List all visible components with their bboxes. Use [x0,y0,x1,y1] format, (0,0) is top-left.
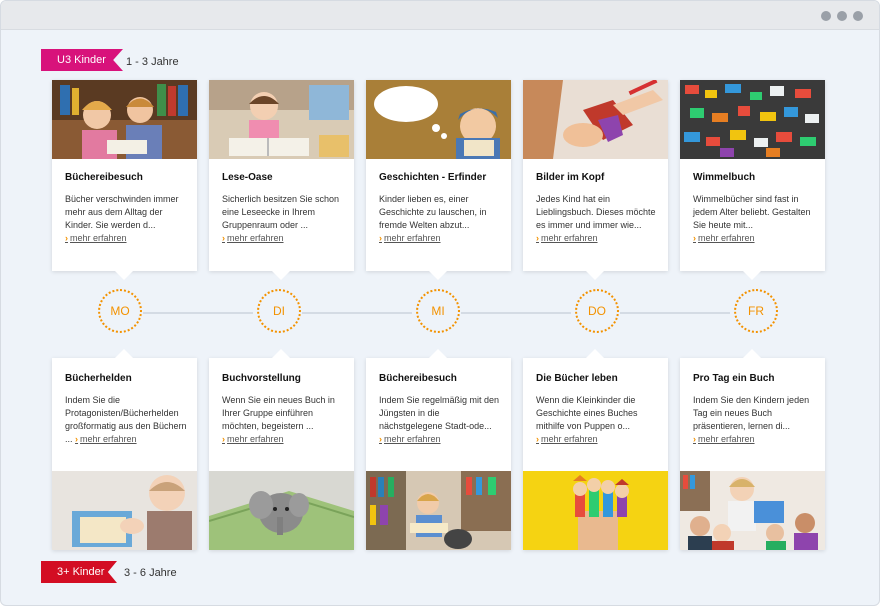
more-link[interactable]: › mehr erfahren [222,434,284,444]
group-tag-u3: U3 Kinder [41,49,123,71]
card-text: Kinder lieben es, einer Geschichte zu la… [379,194,487,243]
chevron-right-icon: › [222,233,225,243]
card-image [680,471,825,550]
chevron-right-icon: › [379,233,382,243]
chevron-right-icon: › [693,434,696,444]
chevron-right-icon: › [222,434,225,444]
more-link[interactable]: › mehr erfahren [75,434,137,444]
timeline-line [302,312,412,314]
card-title: Bücherhelden [65,373,132,384]
timeline-line [620,312,730,314]
chevron-right-icon: › [536,434,539,444]
day-wednesday[interactable]: MI [416,289,460,333]
card-pointer [115,271,133,280]
more-link[interactable]: › mehr erfahren [65,233,127,243]
card-image [366,80,511,159]
card-pointer [115,349,133,358]
card-pointer [586,349,604,358]
activity-card[interactable]: Buchvorstellung Wenn Sie ein neues Buch … [209,349,354,550]
card-pointer [743,271,761,280]
activity-card[interactable]: Bücherhelden Indem Sie die Protagonisten… [52,349,197,550]
activity-card[interactable]: Geschichten - Erfinder Kinder lieben es,… [366,80,511,280]
card-image [366,471,511,550]
card-image [523,80,668,159]
card-image [680,80,825,159]
window-dot-icon[interactable] [853,11,863,21]
more-link[interactable]: › mehr erfahren [222,233,284,243]
day-thursday[interactable]: DO [575,289,619,333]
group-age-3plus: 3 - 6 Jahre [124,567,177,579]
card-text: Sicherlich besitzen Sie schon eine Lesee… [222,194,340,243]
card-text: Indem Sie regelmäßig mit den Jüngsten in… [379,395,500,444]
more-link[interactable]: › mehr erfahren [379,434,441,444]
activity-card[interactable]: Büchereibesuch Indem Sie regelmäßig mit … [366,349,511,550]
card-image [523,471,668,550]
card-text: Indem Sie die Protagonisten/Bücherhelden… [65,395,187,444]
card-title: Buchvorstellung [222,373,301,384]
card-title: Büchereibesuch [379,373,457,384]
chevron-right-icon: › [75,434,79,444]
activity-card[interactable]: Lese-Oase Sicherlich besitzen Sie schon … [209,80,354,280]
more-link[interactable]: › mehr erfahren [536,434,598,444]
more-link[interactable]: › mehr erfahren [693,233,755,243]
chevron-right-icon: › [379,434,382,444]
day-tuesday[interactable]: DI [257,289,301,333]
window-titlebar [1,1,879,30]
card-pointer [429,271,447,280]
more-link[interactable]: › mehr erfahren [536,233,598,243]
chevron-right-icon: › [693,233,696,243]
card-text: Wenn Sie ein neues Buch in Ihrer Gruppe … [222,395,335,444]
window-dot-icon[interactable] [837,11,847,21]
group-age-u3: 1 - 3 Jahre [126,56,179,68]
card-text: Bücher verschwinden immer mehr aus dem A… [65,194,179,243]
card-pointer [743,349,761,358]
card-pointer [586,271,604,280]
more-link[interactable]: › mehr erfahren [379,233,441,243]
card-text: Indem Sie den Kindern jeden Tag ein neue… [693,395,810,444]
activity-card[interactable]: Wimmelbuch Wimmelbücher sind fast in jed… [680,80,825,280]
card-title: Pro Tag ein Buch [693,373,775,384]
activity-card[interactable]: Büchereibesuch Bücher verschwinden immer… [52,80,197,280]
activity-card[interactable]: Die Bücher leben Wenn die Kleinkinder di… [523,349,668,550]
more-link[interactable]: › mehr erfahren [693,434,755,444]
window-controls [821,11,863,21]
card-title: Wimmelbuch [693,172,756,183]
day-friday[interactable]: FR [734,289,778,333]
card-text: Wenn die Kleinkinder die Geschichte eine… [536,395,638,444]
activity-card[interactable]: Bilder im Kopf Jedes Kind hat ein Liebli… [523,80,668,280]
card-title: Die Bücher leben [536,373,618,384]
card-image [209,80,354,159]
chevron-right-icon: › [65,233,68,243]
activity-card[interactable]: Pro Tag ein Buch Indem Sie den Kindern j… [680,349,825,550]
card-text: Jedes Kind hat ein Lieblingsbuch. Dieses… [536,194,656,243]
card-title: Büchereibesuch [65,172,143,183]
chevron-right-icon: › [536,233,539,243]
card-title: Geschichten - Erfinder [379,172,487,183]
window-dot-icon[interactable] [821,11,831,21]
card-image [209,471,354,550]
timeline-line [143,312,253,314]
day-monday[interactable]: MO [98,289,142,333]
card-image [52,471,197,550]
card-title: Bilder im Kopf [536,172,605,183]
card-title: Lese-Oase [222,172,273,183]
card-pointer [272,349,290,358]
group-tag-3plus: 3+ Kinder [41,561,117,583]
card-image [52,80,197,159]
card-pointer [429,349,447,358]
card-pointer [272,271,290,280]
card-text: Wimmelbücher sind fast in jedem Alter be… [693,194,811,243]
timeline-line [461,312,571,314]
